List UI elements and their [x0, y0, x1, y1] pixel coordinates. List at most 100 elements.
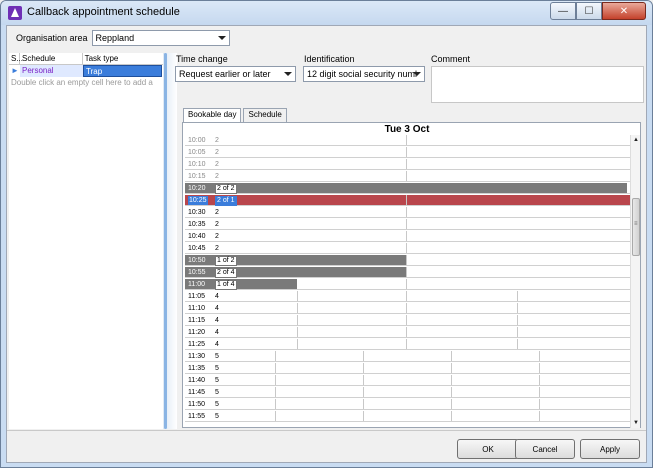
column-divider — [517, 339, 518, 349]
column-header-schedule[interactable]: Schedule — [20, 53, 83, 64]
time-slot-row[interactable]: 11:50 5 — [185, 399, 631, 410]
slot-time: 11:55 — [188, 413, 205, 420]
column-divider — [539, 351, 540, 361]
time-slot-row[interactable]: 11:20 4 — [185, 327, 631, 338]
column-divider — [406, 291, 407, 301]
column-divider — [275, 363, 276, 373]
time-slot-row[interactable]: 10:30 2 — [185, 207, 631, 218]
organisation-row: Organisation area Reppland — [16, 30, 230, 46]
time-slot-row[interactable]: 11:25 4 — [185, 339, 631, 350]
time-slot-row[interactable]: 10:00 2 — [185, 135, 631, 146]
minimize-icon: — — [558, 5, 568, 17]
column-header-task-type[interactable]: Task type — [83, 53, 163, 64]
slot-time: 10:30 — [188, 209, 206, 216]
organisation-dropdown[interactable]: Reppland — [91, 30, 230, 46]
grip-icon: ≡ — [634, 221, 638, 227]
time-slot-row[interactable]: 11:55 5 — [185, 411, 631, 422]
column-divider — [539, 375, 540, 385]
slot-time: 10:10 — [188, 161, 206, 168]
time-slot-row[interactable]: 11:35 5 — [185, 363, 631, 374]
table-row[interactable]: ► Personal Trap — [9, 65, 163, 77]
booked-bar[interactable] — [185, 183, 627, 193]
comment-label: Comment — [431, 54, 471, 64]
column-divider — [363, 351, 364, 361]
row-status-icon: ► — [11, 66, 19, 75]
ok-button[interactable]: OK — [457, 439, 519, 459]
time-slot-row[interactable]: 10:10 2 — [185, 159, 631, 170]
slot-capacity: 2 — [215, 173, 219, 180]
column-divider — [406, 303, 407, 313]
column-divider — [363, 411, 364, 421]
slot-time: 10:25 — [188, 196, 208, 205]
time-slot-row[interactable]: 10:20 2 of 2 — [185, 183, 631, 194]
time-slot-row[interactable]: 10:50 1 of 2 — [185, 255, 631, 266]
title-bar[interactable]: Callback appointment schedule — ☐ ✕ — [1, 1, 652, 25]
column-divider — [451, 351, 452, 361]
column-divider — [406, 267, 407, 277]
column-divider — [517, 303, 518, 313]
column-divider — [275, 387, 276, 397]
chevron-down-icon — [284, 72, 292, 76]
add-row-hint[interactable]: Double click an empty cell here to add a — [9, 77, 163, 89]
time-slot-row[interactable]: 10:55 2 of 4 — [185, 267, 631, 278]
time-slot-row[interactable]: 10:05 2 — [185, 147, 631, 158]
slot-time: 11:50 — [188, 401, 205, 408]
view-tabs: Bookable day Schedule — [183, 108, 289, 123]
maximize-button[interactable]: ☐ — [576, 2, 602, 20]
pane-splitter[interactable] — [163, 53, 177, 429]
column-header-status[interactable]: S... — [9, 53, 23, 64]
slot-time: 10:20 — [188, 184, 206, 193]
time-slot-row[interactable]: 11:05 4 — [185, 291, 631, 302]
minimize-button[interactable]: — — [550, 2, 576, 20]
slot-capacity: 1 of 2 — [215, 256, 237, 266]
scroll-down-icon[interactable]: ▼ — [633, 420, 639, 426]
time-slot-row[interactable]: 10:15 2 — [185, 171, 631, 182]
organisation-value: Reppland — [95, 33, 135, 43]
time-slot-row[interactable]: 11:00 1 of 4 — [185, 279, 631, 290]
bookable-day-panel: Tue 3 Oct 10:00 2 10:05 2 10:10 2 10:15 2 10:20 2… — [182, 122, 641, 428]
comment-field[interactable] — [431, 66, 644, 103]
slot-time: 10:55 — [188, 268, 206, 277]
scroll-thumb[interactable]: ≡ — [632, 198, 640, 256]
scroll-up-icon[interactable]: ▲ — [633, 137, 639, 143]
apply-button[interactable]: Apply — [580, 439, 640, 459]
identification-value: 12 digit social security numl — [307, 69, 418, 79]
task-type-cell[interactable]: Trap — [83, 65, 162, 77]
column-divider — [406, 135, 407, 145]
app-logo-icon — [8, 6, 22, 20]
time-slot-row[interactable]: 10:25 2 of 1 — [185, 195, 631, 206]
time-slot-row[interactable]: 10:45 2 — [185, 243, 631, 254]
slot-time: 11:00 — [188, 280, 205, 289]
slot-capacity: 2 — [215, 161, 219, 168]
time-slot-row[interactable]: 11:15 4 — [185, 315, 631, 326]
column-divider — [363, 375, 364, 385]
column-divider — [406, 159, 407, 169]
slot-time: 11:30 — [188, 353, 205, 360]
slot-capacity: 4 — [215, 341, 219, 348]
identification-label: Identification — [304, 54, 355, 64]
identification-dropdown[interactable]: 12 digit social security numl — [303, 66, 425, 82]
column-divider — [539, 363, 540, 373]
vertical-scrollbar[interactable]: ▲ ≡ ▼ — [630, 135, 640, 428]
column-divider — [406, 279, 407, 289]
column-divider — [451, 399, 452, 409]
tab-bookable-day[interactable]: Bookable day — [183, 108, 242, 123]
column-divider — [451, 387, 452, 397]
slot-time: 10:35 — [188, 221, 206, 228]
time-slot-row[interactable]: 10:35 2 — [185, 219, 631, 230]
close-button[interactable]: ✕ — [602, 2, 646, 20]
time-slot-row[interactable]: 10:40 2 — [185, 231, 631, 242]
time-slot-row[interactable]: 11:10 4 — [185, 303, 631, 314]
time-slot-row[interactable]: 11:40 5 — [185, 375, 631, 386]
time-slot-row[interactable]: 11:45 5 — [185, 387, 631, 398]
column-divider — [363, 363, 364, 373]
tab-schedule[interactable]: Schedule — [243, 108, 287, 122]
time-slot-row[interactable]: 11:30 5 — [185, 351, 631, 362]
column-divider — [406, 219, 407, 229]
column-divider — [539, 411, 540, 421]
schedule-cell[interactable]: Personal — [20, 65, 83, 77]
time-change-dropdown[interactable]: Request earlier or later — [175, 66, 296, 82]
slot-capacity: 2 — [215, 221, 219, 228]
cancel-button[interactable]: Cancel — [515, 439, 575, 459]
slot-time: 11:35 — [188, 365, 205, 372]
